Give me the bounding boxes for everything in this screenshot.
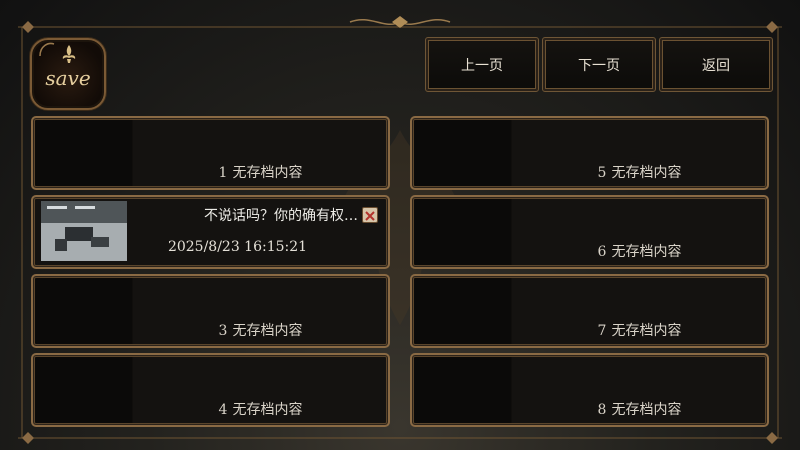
delete-icon[interactable] bbox=[362, 207, 378, 223]
save-slot-8[interactable]: 8 无存档内容 bbox=[410, 353, 769, 427]
slot-empty-text: 无存档内容 bbox=[611, 402, 682, 418]
slot-label: 5 无存档内容 bbox=[512, 162, 767, 182]
save-slot-5[interactable]: 5 无存档内容 bbox=[410, 116, 769, 190]
save-timestamp: 2025/8/23 16:15:21 bbox=[167, 239, 308, 255]
slot-number: 7 bbox=[597, 323, 607, 339]
slot-number: 5 bbox=[597, 165, 607, 181]
slot-number: 1 bbox=[218, 165, 228, 181]
slot-label: 3 无存档内容 bbox=[133, 320, 388, 340]
save-slot-4[interactable]: 4 无存档内容 bbox=[31, 353, 390, 427]
prev-page-button[interactable]: 上一页 bbox=[425, 37, 539, 92]
slot-label: 8 无存档内容 bbox=[512, 399, 767, 419]
save-preview-text: 不说话吗？你的确有权… bbox=[204, 208, 358, 224]
next-page-label: 下一页 bbox=[578, 57, 620, 74]
slot-empty-text: 无存档内容 bbox=[611, 165, 682, 181]
slot-label: 4 无存档内容 bbox=[133, 399, 388, 419]
save-thumbnail bbox=[41, 201, 127, 261]
back-button[interactable]: 返回 bbox=[659, 37, 773, 92]
save-slot-6[interactable]: 6 无存档内容 bbox=[410, 195, 769, 269]
save-logo: save bbox=[30, 38, 106, 110]
curl-ornament-icon bbox=[39, 42, 55, 57]
back-label: 返回 bbox=[702, 57, 730, 74]
slot-empty-text: 无存档内容 bbox=[232, 323, 303, 339]
slot-label: 1 无存档内容 bbox=[133, 162, 388, 182]
fleur-de-lis-icon bbox=[62, 45, 76, 63]
slot-number: 4 bbox=[218, 402, 228, 418]
slot-empty-text: 无存档内容 bbox=[232, 165, 303, 181]
next-page-button[interactable]: 下一页 bbox=[542, 37, 656, 92]
slot-number: 6 bbox=[597, 244, 607, 260]
save-logo-text: save bbox=[45, 66, 91, 90]
save-slot-1[interactable]: 1 无存档内容 bbox=[31, 116, 390, 190]
save-slot-7[interactable]: 7 无存档内容 bbox=[410, 274, 769, 348]
save-slot-3[interactable]: 3 无存档内容 bbox=[31, 274, 390, 348]
slot-label: 6 无存档内容 bbox=[512, 241, 767, 261]
save-slot-2[interactable]: 不说话吗？你的确有权… 2025/8/23 16:15:21 bbox=[31, 195, 390, 269]
slot-empty-text: 无存档内容 bbox=[611, 323, 682, 339]
slot-label: 7 无存档内容 bbox=[512, 320, 767, 340]
slot-number: 3 bbox=[218, 323, 228, 339]
slot-empty-text: 无存档内容 bbox=[232, 402, 303, 418]
slot-empty-text: 无存档内容 bbox=[611, 244, 682, 260]
prev-page-label: 上一页 bbox=[461, 57, 503, 74]
slot-number: 8 bbox=[597, 402, 607, 418]
thumbnail-scene bbox=[41, 201, 127, 261]
